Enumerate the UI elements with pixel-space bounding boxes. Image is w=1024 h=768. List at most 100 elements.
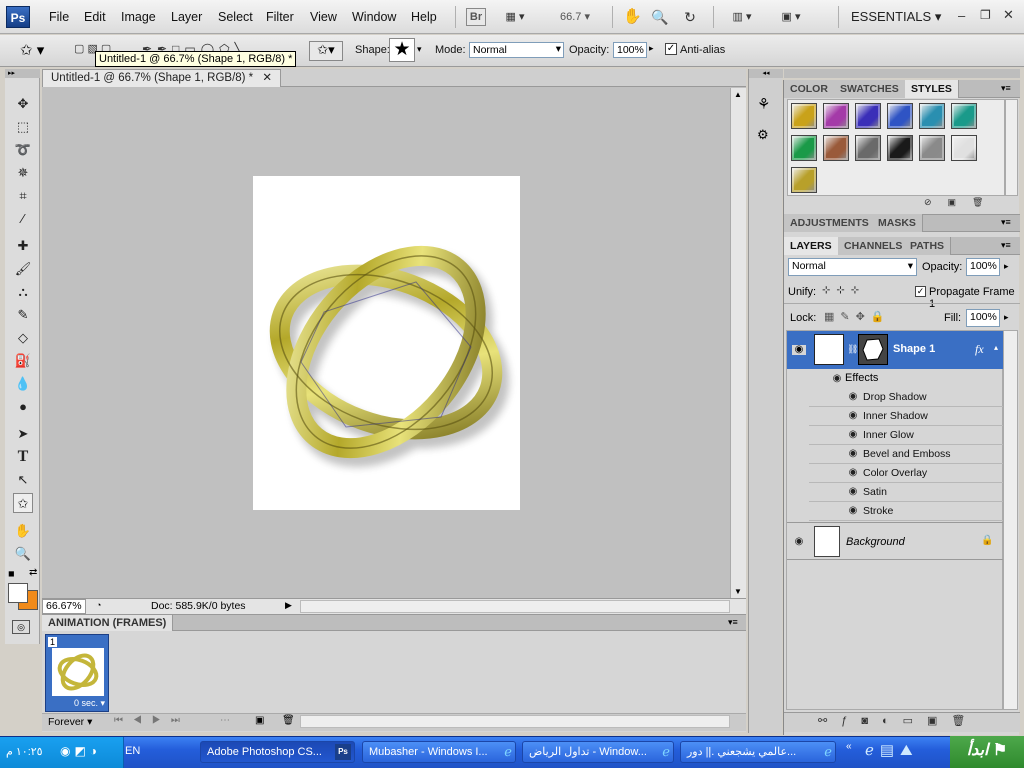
close-button[interactable]: ✕ [1003,7,1014,23]
arrange-documents-button[interactable]: ▥ ▾ [724,8,760,26]
adjustments-menu-icon[interactable]: ▾≡ [1001,217,1011,228]
minimize-button[interactable]: – [958,8,965,23]
horizontal-scrollbar[interactable] [300,600,730,613]
style-swatch[interactable] [951,103,977,129]
menu-help[interactable]: Help [411,10,437,24]
tab-channels[interactable]: CHANNELS [838,237,910,255]
type-tool-icon[interactable]: T [13,447,33,467]
loop-select[interactable]: Forever ▾ [48,716,92,728]
task-mubasher[interactable]: Mubasher - Windows I... ℯ [362,741,516,763]
style-swatch[interactable] [919,135,945,161]
canvas[interactable] [253,176,520,510]
hand-tool-side-icon[interactable]: ✋ [13,521,33,541]
menu-select[interactable]: Select [218,10,253,24]
styles-footer-icons[interactable]: ⊘▣🗑 [924,197,999,208]
effect-row[interactable]: ◉ Color Overlay [809,464,1003,483]
effect-row[interactable]: ◉ Stroke [809,502,1003,521]
tab-swatches[interactable]: SWATCHES [834,80,906,98]
styles-panel-menu-icon[interactable]: ▾≡ [1001,83,1011,94]
effect-eye-icon[interactable]: ◉ [846,487,860,497]
tools-panel-collapse-icon[interactable]: ▸▸ [5,69,40,78]
layers-footer-icons[interactable]: ⚯ƒ◙◐▭▣🗑 [818,714,979,727]
layer-background[interactable]: ◉ Background 🔒 [787,522,1003,560]
tab-masks[interactable]: MASKS [872,214,923,232]
style-swatch[interactable] [919,103,945,129]
tween-icon[interactable]: ⋯ [220,715,230,726]
zoom-tool-side-icon[interactable]: 🔍 [13,544,33,564]
background-eye-icon[interactable]: ◉ [792,537,806,547]
style-swatch[interactable] [791,103,817,129]
layer-visibility-eye-icon[interactable]: ◉ [792,345,806,355]
menu-filter[interactable]: Filter [266,10,294,24]
brush-presets-icon[interactable]: ⚘ [757,95,770,113]
layers-menu-icon[interactable]: ▾≡ [1001,240,1011,251]
history-brush-tool-icon[interactable]: ✎ [13,305,33,325]
menu-edit[interactable]: Edit [84,10,106,24]
tab-color[interactable]: COLOR [784,80,835,98]
lock-icons[interactable]: ▦✎✥🔒 [824,310,891,323]
effect-eye-icon[interactable]: ◉ [846,506,860,516]
zoom-level-dropdown[interactable]: 66.7 ▾ [550,8,600,26]
status-menu-arrow-icon[interactable]: ▶ [285,600,292,611]
effect-eye-icon[interactable]: ◉ [846,392,860,402]
marquee-tool-icon[interactable]: ⬚ [13,117,33,137]
magic-wand-tool-icon[interactable]: ✵ [13,163,33,183]
status-icon[interactable]: ◔ [96,600,101,610]
menu-image[interactable]: Image [121,10,156,24]
style-swatch[interactable] [823,135,849,161]
bridge-button[interactable]: Br [466,8,486,26]
document-close-icon[interactable]: ✕ [262,72,272,84]
effect-row[interactable]: ◉ Inner Glow [809,426,1003,445]
fill-arrow-icon[interactable]: ▸ [1004,312,1009,323]
quick-launch-arrow-icon[interactable]: « [846,741,852,752]
default-colors-icon[interactable]: ◼ [8,569,15,578]
tab-styles[interactable]: STYLES [905,80,959,98]
tab-layers[interactable]: LAYERS [784,237,839,255]
layer-opacity-arrow-icon[interactable]: ▸ [1004,261,1009,272]
tab-adjustments[interactable]: ADJUSTMENTS [784,214,876,232]
style-swatch[interactable] [791,167,817,193]
direct-selection-tool-icon[interactable]: ↖ [13,470,33,490]
animation-panel-tab[interactable]: ANIMATION (FRAMES) [42,615,174,631]
eyedropper-tool-icon[interactable]: ⁄ [13,209,33,229]
effects-collapse-icon[interactable]: ▴ [994,343,998,352]
playback-controls[interactable]: ⏮◀▶⏭ [114,715,190,726]
opacity-arrow-icon[interactable]: ▸ [649,43,654,54]
task-tadawul[interactable]: تداول الرياض - Window... ℯ [522,741,674,763]
blur-tool-icon[interactable]: 💧 [13,374,33,394]
shape-picker-arrow-icon[interactable]: ▾ [417,44,422,55]
style-swatch[interactable] [791,135,817,161]
custom-shape-tool-active-icon[interactable]: ✩ [13,493,33,513]
style-swatch[interactable] [951,135,977,161]
effect-eye-icon[interactable]: ◉ [846,430,860,440]
frame-delay[interactable]: 0 sec. ▾ [74,698,105,709]
menu-file[interactable]: File [49,10,69,24]
duplicate-frame-icon[interactable]: ▣ [255,715,264,726]
mode-select[interactable]: Normal ▾ [469,42,564,58]
hand-tool-icon[interactable]: ✋ [622,8,642,26]
animation-scrollbar[interactable] [300,715,730,728]
crop-tool-icon[interactable]: ⌗ [13,186,33,206]
tool-preset-picker[interactable]: ✩ ▾ [20,41,44,59]
workspace-switcher[interactable]: ESSENTIALS ▾ [851,9,941,25]
animation-frame-1[interactable]: 1 0 sec. ▾ [45,634,109,712]
restore-button[interactable]: ❐ [980,8,991,22]
swap-colors-icon[interactable]: ⇄ [29,567,37,578]
style-swatch[interactable] [855,135,881,161]
dodge-tool-icon[interactable]: ● [13,397,33,417]
effect-eye-icon[interactable]: ◉ [846,468,860,478]
effect-row[interactable]: ◉ Bevel and Emboss [809,445,1003,464]
lasso-tool-icon[interactable]: ➰ [13,140,33,160]
paint-bucket-tool-icon[interactable]: ⛽ [13,351,33,371]
rotate-view-icon[interactable]: ↻ [678,8,702,26]
vertical-scrollbar[interactable]: ▲ ▼ [730,88,746,598]
effects-eye-icon[interactable]: ◉ [830,374,844,384]
menu-view[interactable]: View [310,10,337,24]
zoom-tool-icon[interactable]: 🔍 [650,8,670,26]
custom-shape-tool-icon[interactable]: ✩▾ [309,41,343,61]
clone-source-icon[interactable]: ⚙ [757,127,769,143]
style-swatch[interactable] [855,103,881,129]
delete-frame-icon[interactable]: 🗑 [282,715,295,726]
document-tab[interactable]: Untitled-1 @ 66.7% (Shape 1, RGB/8) * ✕ [42,69,282,87]
tab-paths[interactable]: PATHS [904,237,952,255]
